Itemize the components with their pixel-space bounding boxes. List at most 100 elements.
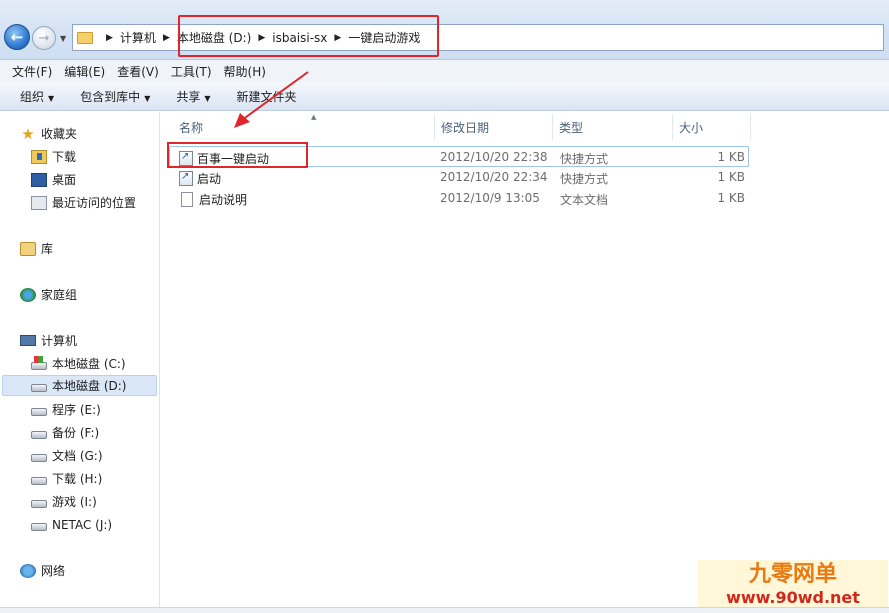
- file-date: 2012/10/20 22:34: [440, 170, 548, 184]
- column-date-label: 修改日期: [441, 120, 490, 135]
- navigation-pane: ★ 收藏夹 下载 桌面 最近访问的位置 库 家庭组 计算机 本地磁盘 (C:) …: [0, 112, 160, 613]
- nav-drive-label: 游戏 (I:): [52, 495, 97, 509]
- breadcrumb-isbaisi[interactable]: isbaisi-sx: [272, 31, 327, 45]
- file-type: 文本文档: [560, 193, 609, 207]
- nav-homegroup-label: 家庭组: [41, 288, 78, 302]
- column-header-date[interactable]: 修改日期: [435, 114, 553, 140]
- file-size: 1 KB: [717, 150, 745, 164]
- back-button[interactable]: ←: [4, 24, 30, 50]
- nav-drive-g[interactable]: 文档 (G:): [31, 445, 103, 466]
- desktop-icon: [31, 172, 47, 187]
- nav-drive-c[interactable]: 本地磁盘 (C:): [31, 353, 126, 374]
- file-size: 1 KB: [717, 170, 745, 184]
- arrow-right-icon: →: [38, 30, 50, 46]
- nav-recent-places[interactable]: 最近访问的位置: [31, 192, 136, 213]
- nav-desktop-label: 桌面: [52, 173, 77, 187]
- downloads-folder-icon: [31, 149, 47, 164]
- menu-bar: 文件(F) 编辑(E) 查看(V) 工具(T) 帮助(H): [0, 60, 889, 82]
- file-row[interactable]: 百事一键启动 2012/10/20 22:38 快捷方式 1 KB: [169, 146, 749, 167]
- breadcrumb-current-folder[interactable]: 一键启动游戏: [348, 29, 420, 46]
- chevron-down-icon: ▼: [48, 93, 55, 103]
- organize-button[interactable]: 组织 ▼: [12, 88, 62, 105]
- menu-file[interactable]: 文件(F): [6, 63, 58, 80]
- watermark-title: 九零网单: [748, 562, 837, 587]
- nav-drive-f[interactable]: 备份 (F:): [31, 422, 99, 443]
- chevron-right-icon[interactable]: ▶: [106, 33, 113, 43]
- shortcut-icon: [179, 151, 193, 166]
- chevron-down-icon: ▼: [144, 93, 151, 103]
- file-row[interactable]: 启动说明 2012/10/9 13:05 文本文档 1 KB: [169, 188, 749, 209]
- breadcrumb-drive-d[interactable]: 本地磁盘 (D:): [177, 29, 251, 46]
- watermark-logo: 九零网单 www.90wd.net: [698, 560, 888, 610]
- file-date: 2012/10/9 13:05: [440, 191, 540, 205]
- file-name: 启动说明: [199, 193, 248, 207]
- share-button[interactable]: 共享 ▼: [168, 88, 218, 105]
- file-type: 快捷方式: [560, 152, 609, 166]
- nav-drive-h[interactable]: 下载 (H:): [31, 468, 102, 489]
- file-name: 启动: [197, 172, 222, 186]
- nav-drive-e[interactable]: 程序 (E:): [31, 399, 101, 420]
- nav-downloads-label: 下载: [52, 150, 77, 164]
- column-size-label: 大小: [679, 120, 704, 135]
- nav-favorites[interactable]: ★ 收藏夹: [20, 123, 77, 144]
- column-header-name[interactable]: ▲ 名称: [173, 113, 435, 140]
- share-label: 共享: [176, 89, 201, 104]
- drive-icon: [31, 407, 47, 416]
- watermark-url: www.90wd.net: [726, 588, 860, 607]
- file-row[interactable]: 启动 2012/10/20 22:34 快捷方式 1 KB: [169, 167, 749, 188]
- nav-drive-j[interactable]: NETAC (J:): [31, 514, 112, 535]
- file-name-cell: 启动说明: [181, 191, 247, 208]
- recent-pages-dropdown[interactable]: ▼: [60, 34, 66, 43]
- nav-homegroup[interactable]: 家庭组: [20, 284, 77, 305]
- forward-button[interactable]: →: [32, 26, 56, 50]
- menu-edit[interactable]: 编辑(E): [58, 63, 111, 80]
- nav-recent-label: 最近访问的位置: [52, 196, 137, 210]
- sort-ascending-icon: ▲: [311, 113, 317, 121]
- recent-places-icon: [31, 195, 47, 210]
- include-library-label: 包含到库中: [80, 89, 141, 104]
- chevron-down-icon: ▼: [204, 93, 211, 103]
- menu-view[interactable]: 查看(V): [111, 63, 165, 80]
- nav-drive-d[interactable]: 本地磁盘 (D:): [2, 375, 157, 396]
- chevron-right-icon[interactable]: ▶: [163, 33, 170, 43]
- text-document-icon: [181, 192, 193, 207]
- menu-help[interactable]: 帮助(H): [218, 63, 272, 80]
- nav-drive-label: 程序 (E:): [52, 403, 101, 417]
- chevron-down-icon: ▼: [60, 34, 67, 43]
- drive-icon: [31, 499, 47, 508]
- file-list: ▲ 名称 修改日期 类型 大小 百事一键启动 2012/10/20 22:38 …: [161, 112, 889, 613]
- nav-downloads[interactable]: 下载: [31, 146, 76, 167]
- shortcut-icon: [179, 171, 193, 186]
- nav-drive-label: 本地磁盘 (C:): [52, 357, 126, 371]
- new-folder-button[interactable]: 新建文件夹: [229, 88, 305, 105]
- column-header-size[interactable]: 大小: [673, 114, 751, 140]
- file-name: 百事一键启动: [197, 152, 270, 166]
- drive-icon: [31, 522, 47, 531]
- include-library-button[interactable]: 包含到库中 ▼: [72, 88, 158, 105]
- nav-drive-label: 下载 (H:): [52, 472, 103, 486]
- column-header-type[interactable]: 类型: [553, 114, 673, 140]
- nav-computer-label: 计算机: [41, 334, 78, 348]
- menu-tools[interactable]: 工具(T): [165, 63, 218, 80]
- folder-icon: [77, 31, 93, 44]
- address-bar[interactable]: ▶ 计算机 ▶ 本地磁盘 (D:) ▶ isbaisi-sx ▶ 一键启动游戏: [72, 24, 884, 51]
- file-type: 快捷方式: [560, 172, 609, 186]
- nav-drive-i[interactable]: 游戏 (I:): [31, 491, 97, 512]
- status-strip: [0, 607, 889, 613]
- computer-icon: [20, 335, 36, 346]
- nav-desktop[interactable]: 桌面: [31, 169, 76, 190]
- new-folder-label: 新建文件夹: [236, 89, 297, 104]
- file-date: 2012/10/20 22:38: [440, 150, 548, 164]
- organize-label: 组织: [20, 89, 45, 104]
- chevron-right-icon[interactable]: ▶: [258, 33, 265, 43]
- nav-libraries[interactable]: 库: [20, 238, 53, 259]
- nav-computer[interactable]: 计算机: [20, 330, 77, 351]
- library-icon: [20, 241, 36, 256]
- nav-network[interactable]: 网络: [20, 560, 65, 581]
- file-size: 1 KB: [717, 191, 745, 205]
- file-name-cell: 启动: [179, 170, 221, 187]
- nav-drive-label: 备份 (F:): [52, 426, 100, 440]
- column-name-label: 名称: [179, 120, 204, 135]
- chevron-right-icon[interactable]: ▶: [334, 33, 341, 43]
- breadcrumb-computer[interactable]: 计算机: [120, 29, 156, 46]
